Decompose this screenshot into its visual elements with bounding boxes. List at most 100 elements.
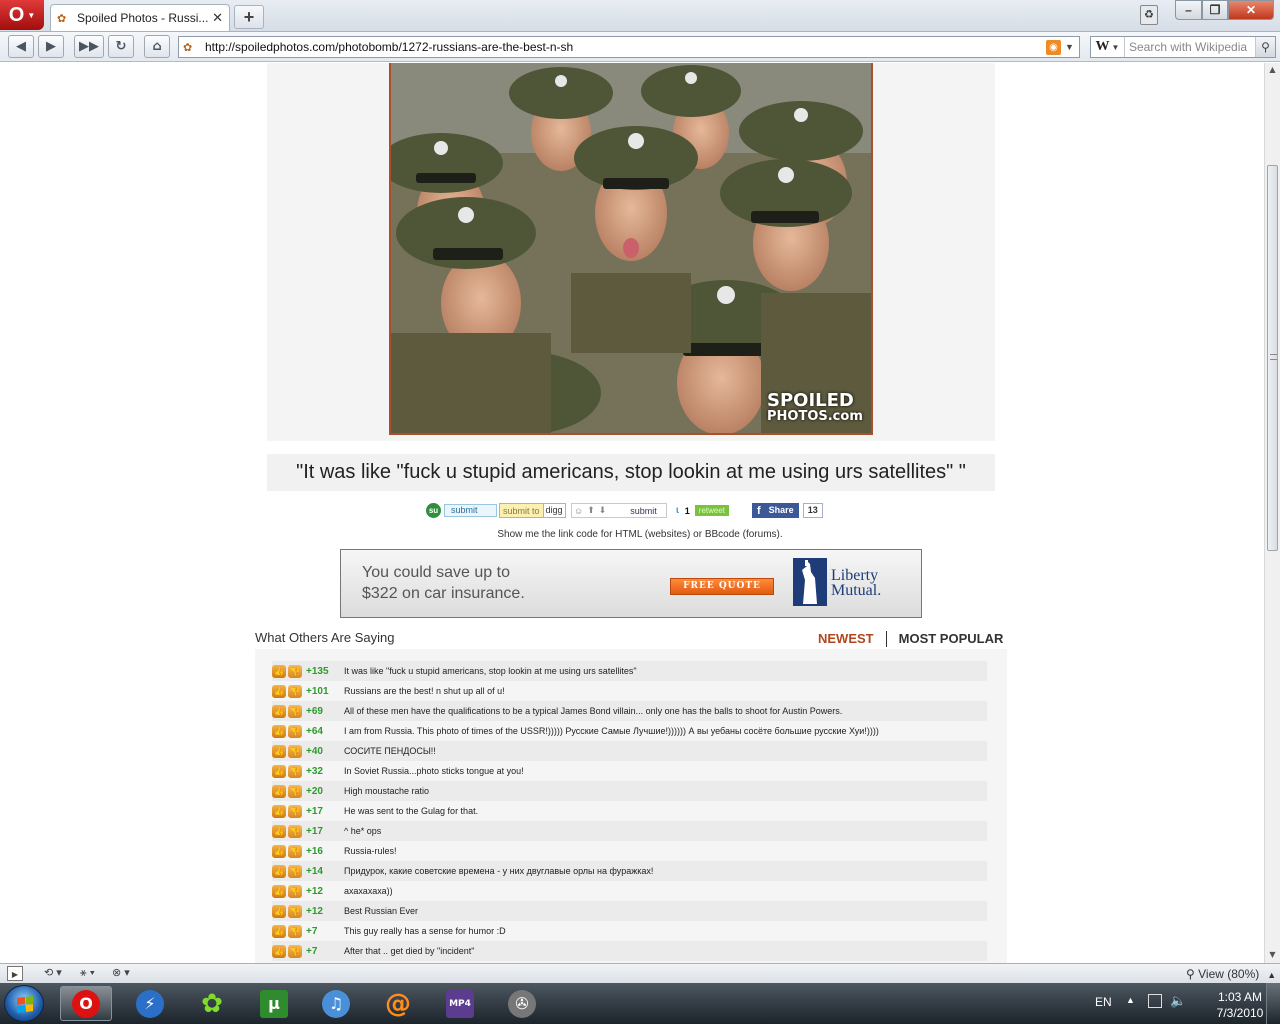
thumbs-down-icon[interactable]: 👎	[288, 784, 302, 798]
comment-text: СОСИТЕ ПЕНДОСЫ!!	[344, 746, 436, 756]
search-box[interactable]: W ▼ Search with Wikipedia ⚲	[1090, 36, 1276, 58]
language-indicator[interactable]: EN	[1095, 995, 1112, 1009]
thumbs-up-icon[interactable]: 👍	[272, 904, 286, 918]
free-quote-button[interactable]: FREE QUOTE	[670, 578, 774, 595]
thumbs-up-icon[interactable]: 👍	[272, 884, 286, 898]
thumbs-up-icon[interactable]: 👍	[272, 864, 286, 878]
reload-button[interactable]: ↻	[108, 35, 134, 58]
thumbs-up-icon[interactable]: 👍	[272, 664, 286, 678]
facebook-share[interactable]: f Share 13	[752, 503, 823, 518]
facebook-share-button[interactable]: f Share	[752, 503, 799, 518]
thumbs-up-icon[interactable]: 👍	[272, 744, 286, 758]
scroll-up-arrow-icon[interactable]: ▲	[1265, 63, 1280, 77]
taskbar-lightning[interactable]: ⚡	[124, 986, 176, 1021]
facebook-icon: f	[757, 504, 761, 517]
thumbs-down-icon[interactable]: 👎	[288, 944, 302, 958]
thumbs-up-icon[interactable]: 👍	[272, 784, 286, 798]
thumbs-up-icon[interactable]: 👍	[272, 764, 286, 778]
digg-submit[interactable]: submit to digg	[499, 503, 566, 518]
tab-spoiled-photos[interactable]: ✿ Spoiled Photos - Russi... ✕	[50, 4, 230, 31]
thumbs-down-icon[interactable]: 👎	[288, 664, 302, 678]
sort-most-popular-tab[interactable]: MOST POPULAR	[899, 631, 1004, 647]
taskbar-utorrent[interactable]: µ	[248, 986, 300, 1021]
thumbs-up-icon[interactable]: 👍	[272, 684, 286, 698]
close-window-button[interactable]: ✕	[1228, 0, 1274, 20]
insurance-ad-banner[interactable]: You could save up to $322 on car insuran…	[340, 549, 922, 618]
close-tab-icon[interactable]: ✕	[212, 10, 223, 26]
url-text[interactable]: http://spoiledphotos.com/photobomb/1272-…	[205, 40, 1046, 54]
taskbar-icq[interactable]: ✿	[186, 986, 238, 1021]
panel-toggle-icon[interactable]: ▶	[7, 966, 23, 981]
thumbs-down-icon[interactable]: 👎	[288, 804, 302, 818]
maximize-button[interactable]: ❐	[1202, 0, 1228, 20]
upvote-arrow-icon[interactable]: ⬆	[585, 505, 597, 516]
sync-icon[interactable]: ⟲ ▾	[44, 966, 62, 981]
stumbleupon-submit[interactable]: su submit	[426, 503, 497, 518]
thumbs-down-icon[interactable]: 👎	[288, 744, 302, 758]
vertical-scrollbar[interactable]: ▲ ▼	[1264, 63, 1280, 963]
thumbs-down-icon[interactable]: 👎	[288, 864, 302, 878]
show-hidden-icons[interactable]: ▲	[1126, 995, 1135, 1005]
digg-submit-label: submit to	[503, 505, 540, 516]
rss-feed-icon[interactable]: ◉	[1046, 39, 1061, 55]
tweetmeme-button[interactable]: ɩ 1 retweet	[676, 503, 730, 518]
address-bar[interactable]: ✿ http://spoiledphotos.com/photobomb/127…	[178, 36, 1080, 58]
clock[interactable]: 1:03 AM 7/3/2010	[1210, 989, 1270, 1021]
fast-forward-button[interactable]: ▶▶	[74, 35, 104, 58]
thumbs-down-icon[interactable]: 👎	[288, 824, 302, 838]
thumbs-down-icon[interactable]: 👎	[288, 904, 302, 918]
comment-row: 👍 👎 +12 Best Russian Ever	[272, 901, 987, 921]
chevron-down-icon[interactable]: ▼	[1065, 42, 1079, 52]
network-icon[interactable]	[1148, 994, 1162, 1008]
thumbs-down-icon[interactable]: 👎	[288, 704, 302, 718]
forward-button[interactable]: ▶	[38, 35, 64, 58]
taskbar-video-converter[interactable]: MP4	[434, 986, 486, 1021]
minimize-button[interactable]: –	[1175, 0, 1202, 20]
main-photo[interactable]: SPOILED PHOTOS.com	[389, 63, 873, 435]
stumbleupon-submit-label[interactable]: submit	[444, 504, 497, 517]
comment-text: High moustache ratio	[344, 786, 430, 796]
thumbs-up-icon[interactable]: 👍	[272, 824, 286, 838]
ad-text: You could save up to $322 on car insuran…	[362, 562, 525, 604]
unite-icon[interactable]: ⚹ ▾	[80, 966, 95, 981]
turbo-icon[interactable]: ⊗ ▾	[112, 966, 130, 981]
thumbs-up-icon[interactable]: 👍	[272, 944, 286, 958]
volume-icon[interactable]: 🔈	[1170, 993, 1186, 1009]
retweet-button[interactable]: retweet	[694, 505, 730, 516]
thumbs-up-icon[interactable]: 👍	[272, 844, 286, 858]
comment-score: +135	[306, 665, 329, 677]
thumbs-up-icon[interactable]: 👍	[272, 804, 286, 818]
sort-newest-tab[interactable]: NEWEST	[818, 631, 874, 647]
taskbar-itunes[interactable]: ♫	[310, 986, 362, 1021]
thumbs-up-icon[interactable]: 👍	[272, 704, 286, 718]
thumbs-down-icon[interactable]: 👎	[288, 684, 302, 698]
show-desktop-button[interactable]	[1266, 983, 1280, 1024]
taskbar-opera[interactable]: O	[60, 986, 112, 1021]
home-button[interactable]: ⌂	[144, 35, 170, 58]
thumbs-up-icon[interactable]: 👍	[272, 724, 286, 738]
zoom-control[interactable]: ⚲ View (80%) ▲	[1186, 967, 1276, 981]
taskbar-media-tool[interactable]: ✇	[496, 986, 548, 1021]
scroll-down-arrow-icon[interactable]: ▼	[1265, 948, 1280, 962]
thumbs-down-icon[interactable]: 👎	[288, 724, 302, 738]
opera-menu-button[interactable]: O ▼	[0, 0, 44, 30]
thumbs-down-icon[interactable]: 👎	[288, 844, 302, 858]
search-icon[interactable]: ⚲	[1255, 37, 1275, 57]
thumbs-up-icon[interactable]: 👍	[272, 924, 286, 938]
new-tab-button[interactable]: +	[234, 5, 264, 29]
trash-can-icon[interactable]: ♻	[1140, 5, 1158, 25]
reddit-submit[interactable]: ☺ ⬆ ⬇ submit	[571, 503, 667, 518]
start-button[interactable]	[4, 985, 44, 1022]
scrollbar-thumb[interactable]	[1267, 165, 1278, 551]
search-engine-selector[interactable]: W ▼	[1091, 37, 1125, 57]
thumbs-down-icon[interactable]: 👎	[288, 924, 302, 938]
link-code-prompt[interactable]: Show me the link code for HTML (websites…	[267, 529, 1013, 540]
facebook-share-count: 13	[802, 503, 823, 518]
thumbs-down-icon[interactable]: 👎	[288, 764, 302, 778]
search-input[interactable]: Search with Wikipedia	[1125, 40, 1255, 54]
taskbar-mail-agent[interactable]: @	[372, 986, 424, 1021]
comment-score: +64	[306, 725, 323, 737]
thumbs-down-icon[interactable]: 👎	[288, 884, 302, 898]
back-button[interactable]: ◀	[8, 35, 34, 58]
downvote-arrow-icon[interactable]: ⬇	[597, 505, 609, 516]
